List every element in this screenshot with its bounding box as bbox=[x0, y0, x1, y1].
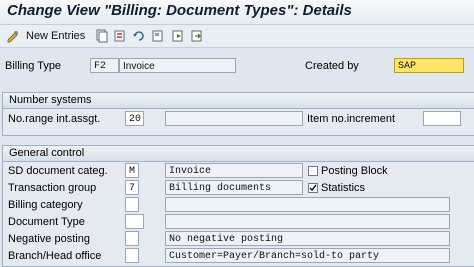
checkmark-icon bbox=[309, 184, 317, 192]
undo-icon bbox=[132, 29, 146, 43]
delete-button[interactable] bbox=[113, 28, 127, 44]
new-entries-button[interactable]: New Entries bbox=[26, 28, 85, 44]
billing-category-desc bbox=[165, 197, 450, 212]
negative-posting-field[interactable] bbox=[125, 231, 139, 246]
billing-type-desc-field: Invoice bbox=[119, 58, 236, 73]
billing-type-code-field[interactable]: F2 bbox=[90, 58, 119, 73]
application-toolbar: New Entries bbox=[0, 25, 474, 48]
copy-icon bbox=[95, 29, 109, 43]
negative-posting-desc: No negative posting bbox=[165, 231, 450, 246]
title-bar: Change View "Billing: Document Types": D… bbox=[0, 0, 474, 25]
delete-icon bbox=[113, 29, 127, 43]
statistics-checkbox[interactable] bbox=[308, 183, 318, 193]
item-increment-field[interactable] bbox=[423, 111, 461, 126]
number-range-field[interactable]: 20 bbox=[125, 111, 144, 126]
display-change-button[interactable] bbox=[6, 28, 20, 44]
sd-doc-categ-desc: Invoice bbox=[165, 163, 303, 178]
number-range-label: No.range int.assgt. bbox=[8, 113, 101, 125]
edit-glasses-icon bbox=[6, 29, 20, 43]
export-button[interactable] bbox=[190, 28, 204, 44]
document-type-field[interactable] bbox=[125, 214, 144, 229]
next-entry-button[interactable] bbox=[171, 28, 185, 44]
copy-as-button[interactable] bbox=[151, 28, 165, 44]
sd-doc-categ-field[interactable]: M bbox=[125, 163, 139, 178]
undo-button[interactable] bbox=[132, 28, 146, 44]
document-type-desc bbox=[165, 214, 450, 229]
new-entries-label: New Entries bbox=[26, 30, 86, 42]
branch-head-office-label: Branch/Head office bbox=[8, 250, 102, 262]
posting-block-label: Posting Block bbox=[321, 165, 388, 177]
branch-head-office-desc: Customer=Payer/Branch=sold-to party bbox=[165, 248, 450, 263]
item-increment-label: Item no.increment bbox=[307, 113, 396, 125]
page-title: Change View "Billing: Document Types": D… bbox=[7, 2, 352, 19]
export-icon bbox=[190, 29, 204, 43]
sd-doc-categ-label: SD document categ. bbox=[8, 165, 108, 177]
document-type-label: Document Type bbox=[8, 216, 85, 228]
transaction-group-field[interactable]: 7 bbox=[125, 180, 139, 195]
billing-type-label: Billing Type bbox=[5, 60, 62, 72]
posting-block-checkbox[interactable] bbox=[308, 166, 318, 176]
number-range-desc-field bbox=[165, 111, 303, 126]
next-entry-icon bbox=[171, 29, 185, 43]
created-by-field[interactable]: SAP bbox=[394, 58, 464, 73]
number-systems-title: Number systems bbox=[3, 93, 474, 109]
transaction-group-label: Transaction group bbox=[8, 182, 97, 194]
copy-as-icon bbox=[151, 29, 165, 43]
general-control-title: General control bbox=[3, 146, 474, 162]
number-systems-group: Number systems No.range int.assgt. 20 It… bbox=[2, 92, 474, 136]
detail-content: Billing Type F2 Invoice Created by SAP N… bbox=[0, 48, 474, 267]
copy-button[interactable] bbox=[95, 28, 109, 44]
billing-category-label: Billing category bbox=[8, 199, 83, 211]
created-by-label: Created by bbox=[305, 60, 359, 72]
branch-head-office-field[interactable] bbox=[125, 248, 139, 263]
statistics-label: Statistics bbox=[321, 182, 366, 194]
transaction-group-desc: Billing documents bbox=[165, 180, 303, 195]
general-control-group: General control SD document categ. M Inv… bbox=[2, 145, 474, 267]
billing-category-field[interactable] bbox=[125, 197, 139, 212]
negative-posting-label: Negative posting bbox=[8, 233, 90, 245]
